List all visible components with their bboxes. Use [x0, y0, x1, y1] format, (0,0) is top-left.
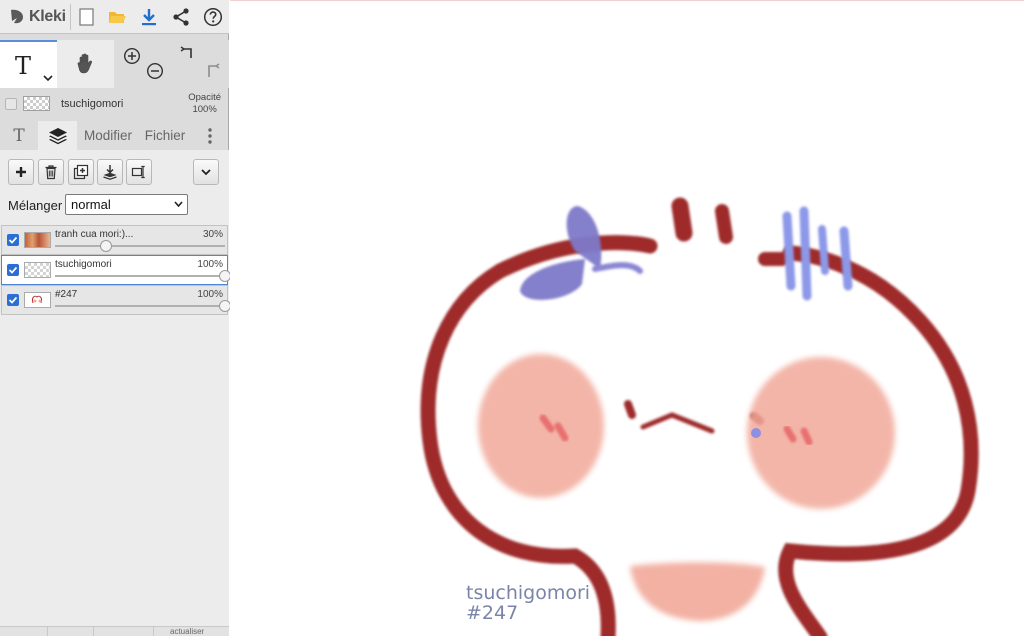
sidebar: Kleki T tsuchigomori Opacité 100% T Modi…	[0, 0, 231, 636]
hand-tool-button[interactable]	[57, 40, 114, 88]
layers-icon	[48, 127, 67, 144]
layer-opacity-value: 100%	[197, 259, 223, 270]
merge-down-button[interactable]	[97, 159, 123, 185]
zoom-in-icon[interactable]	[123, 47, 141, 65]
help-button[interactable]	[203, 7, 223, 27]
chevron-down-icon	[201, 169, 211, 176]
download-button[interactable]	[139, 7, 159, 27]
kleki-logo-icon	[11, 9, 23, 24]
signature-number: #247	[466, 602, 519, 624]
artwork-signature: tsuchigomori #247	[466, 583, 590, 623]
layer-row[interactable]: tranh cua mori:)... 30%	[1, 225, 228, 255]
left-cheek	[478, 354, 604, 498]
tab-layers[interactable]	[38, 121, 77, 150]
tab-text-glyph: T	[13, 125, 25, 146]
more-vertical-icon	[208, 127, 212, 144]
blend-mode-value: normal	[71, 197, 111, 212]
plus-icon	[16, 167, 26, 177]
active-layer-thumbnail	[23, 96, 50, 111]
text-tool-glyph: T	[15, 52, 32, 80]
tear-drop	[751, 428, 761, 438]
checkbox-icon	[8, 296, 18, 304]
opacity-label: Opacité	[188, 92, 221, 103]
new-file-icon	[79, 8, 94, 26]
chevron-down-icon[interactable]	[43, 74, 53, 82]
artwork	[420, 197, 979, 636]
opacity-value: 100%	[192, 104, 217, 115]
bottom-bar-text[interactable]: actualiser	[170, 628, 204, 636]
more-menu-button[interactable]	[198, 121, 222, 150]
zoom-out-icon[interactable]	[146, 62, 164, 80]
new-file-button[interactable]	[77, 7, 97, 27]
open-folder-icon	[109, 12, 126, 23]
toolbar-divider	[70, 4, 71, 30]
layer-row[interactable]: tsuchigomori 100%	[1, 255, 231, 285]
hand-icon	[77, 53, 92, 74]
bottom-bar: actualiser	[0, 626, 229, 636]
app-name: Kleki	[29, 8, 66, 25]
right-cheek	[747, 357, 895, 509]
layer-list: tranh cua mori:)... 30% tsuchigomori 100…	[1, 225, 231, 315]
share-icon	[173, 8, 189, 26]
layer-thumbnail	[24, 232, 51, 248]
layer-thumbnail	[24, 262, 51, 278]
undo-icon[interactable]	[180, 46, 198, 64]
layers-panel: Mélanger normal tranh cua mori:)... 30%	[0, 150, 231, 636]
chevron-down-icon	[174, 201, 183, 207]
help-icon	[203, 7, 223, 27]
signature-name: tsuchigomori	[466, 582, 591, 604]
delete-layer-button[interactable]	[38, 159, 64, 185]
layer-name: #247	[55, 289, 78, 300]
checkbox-icon	[8, 236, 18, 244]
layer-options-dropdown[interactable]	[193, 159, 219, 185]
trash-icon	[45, 165, 57, 180]
bottom-bar-segment[interactable]	[48, 627, 94, 636]
tab-text[interactable]: T	[0, 121, 38, 150]
bottom-bar-segment[interactable]	[94, 627, 154, 636]
panel-tabs: T Modifier Fichier	[0, 121, 229, 150]
layer-row[interactable]: #247 100%	[1, 285, 231, 315]
duplicate-layer-button[interactable]	[68, 159, 94, 185]
blend-mode-select[interactable]: normal	[65, 194, 188, 215]
text-tool-button[interactable]: T	[0, 40, 57, 88]
layer-visibility-checkbox[interactable]	[7, 294, 19, 306]
tool-row: T	[0, 40, 229, 88]
download-icon	[142, 9, 156, 26]
layer-opacity-knob[interactable]	[100, 240, 112, 252]
top-toolbar: Kleki	[0, 0, 229, 34]
share-button[interactable]	[171, 7, 191, 27]
merge-down-icon	[103, 165, 117, 180]
drawing-canvas[interactable]: tsuchigomori #247	[230, 0, 1024, 636]
layer-opacity-slider[interactable]	[55, 270, 231, 282]
redo-icon[interactable]	[202, 62, 220, 80]
active-layer-opacity: Opacité 100%	[188, 92, 221, 116]
layer-opacity-slider[interactable]	[55, 240, 225, 252]
rename-layer-button[interactable]	[126, 159, 152, 185]
active-layer-header: tsuchigomori Opacité 100%	[0, 90, 229, 120]
layer-opacity-slider[interactable]	[55, 300, 231, 312]
layer-opacity-value: 30%	[202, 229, 223, 240]
blend-mode-label: Mélanger	[8, 198, 63, 213]
layer-name: tsuchigomori	[55, 259, 112, 270]
layer-visibility-checkbox[interactable]	[7, 234, 19, 246]
history-controls	[171, 40, 229, 88]
app-logo[interactable]: Kleki	[8, 6, 66, 28]
open-file-button[interactable]	[107, 7, 127, 27]
checkbox-icon	[5, 98, 17, 110]
zoom-controls	[114, 40, 171, 88]
add-layer-button[interactable]	[8, 159, 34, 185]
layer-opacity-value: 100%	[197, 289, 223, 300]
layer-name: tranh cua mori:)...	[55, 229, 134, 240]
active-layer-name: tsuchigomori	[61, 98, 124, 110]
body-patch	[630, 562, 765, 621]
duplicate-icon	[73, 164, 89, 180]
tab-file[interactable]: Fichier	[140, 121, 190, 150]
layer-visibility-checkbox[interactable]	[7, 264, 19, 276]
layer-thumbnail	[24, 292, 51, 308]
checkbox-icon	[8, 266, 18, 274]
bottom-bar-segment[interactable]	[0, 627, 48, 636]
tab-modify[interactable]: Modifier	[79, 121, 137, 150]
rename-icon	[131, 165, 145, 179]
